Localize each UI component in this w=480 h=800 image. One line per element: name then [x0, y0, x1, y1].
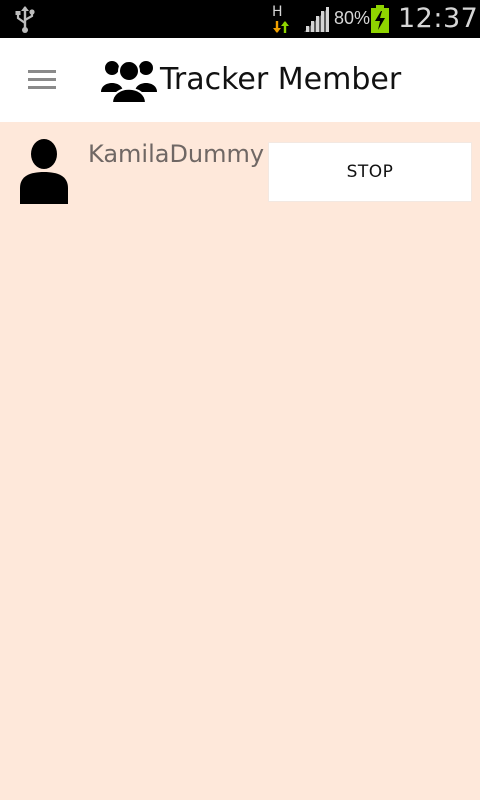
app-bar: Tracker Member	[0, 38, 480, 122]
battery-percent: 80%	[334, 8, 371, 28]
battery-charging-icon	[371, 5, 389, 33]
person-icon	[20, 139, 68, 204]
clock: 12:37	[398, 3, 479, 34]
usb-icon	[15, 6, 35, 33]
network-activity-icon: H	[268, 4, 292, 34]
status-bar: H 80% 12:37	[0, 0, 480, 38]
hamburger-menu-icon[interactable]	[22, 64, 62, 96]
group-icon	[101, 60, 157, 104]
page-title: Tracker Member	[160, 62, 402, 97]
stop-button-label: STOP	[346, 162, 394, 182]
signal-strength-icon	[304, 7, 329, 32]
stop-button[interactable]: STOP	[268, 142, 472, 202]
network-type-label: H	[272, 4, 283, 20]
list-item: KamilaDummy STOP	[0, 122, 480, 218]
member-name: KamilaDummy	[88, 140, 265, 168]
